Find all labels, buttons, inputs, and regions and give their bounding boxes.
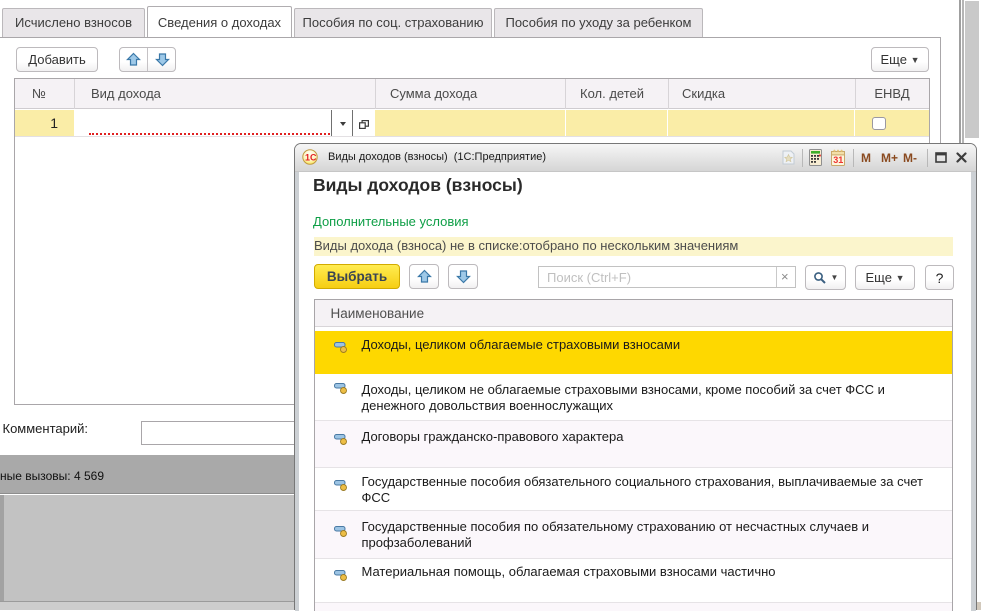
svg-text:31: 31 [833,155,843,165]
svg-text:1С: 1С [305,153,317,163]
